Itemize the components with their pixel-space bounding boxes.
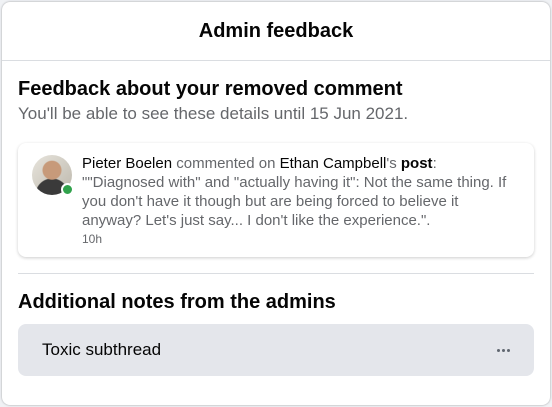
online-status-icon xyxy=(61,183,74,196)
section-divider xyxy=(18,273,534,274)
post-link[interactable]: post xyxy=(401,155,433,172)
commenter-avatar-wrap[interactable] xyxy=(32,155,74,196)
feedback-title: Feedback about your removed comment xyxy=(18,78,403,100)
post-owner-link[interactable]: Ethan Campbell xyxy=(280,155,387,172)
comment-content: Pieter Boelen commented on Ethan Campbel… xyxy=(82,154,520,247)
colon-text: : xyxy=(432,155,437,172)
dialog-title: Admin feedback xyxy=(198,19,354,42)
admin-note-item: Toxic subthread xyxy=(18,324,534,376)
removed-comment-card: Pieter Boelen commented on Ethan Campbel… xyxy=(18,143,534,257)
comment-body: Pieter Boelen commented on Ethan Campbel… xyxy=(82,154,520,230)
admin-notes-title: Additional notes from the admins xyxy=(18,291,336,313)
feedback-subtitle: You'll be able to see these details unti… xyxy=(18,104,409,123)
dialog-header: Admin feedback xyxy=(2,2,550,61)
feedback-section: Feedback about your removed comment You'… xyxy=(2,76,550,125)
admin-note-text: Toxic subthread xyxy=(42,340,162,359)
admin-feedback-dialog: Admin feedback Feedback about your remov… xyxy=(2,2,550,405)
comment-author-link[interactable]: Pieter Boelen xyxy=(82,155,172,172)
more-horizontal-icon[interactable] xyxy=(497,343,510,358)
possessive-text: 's xyxy=(386,155,401,172)
comment-text: ""Diagnosed with" and "actually having i… xyxy=(82,174,507,229)
comment-action-text: commented on xyxy=(172,155,280,172)
comment-timestamp[interactable]: 10h xyxy=(82,231,520,247)
